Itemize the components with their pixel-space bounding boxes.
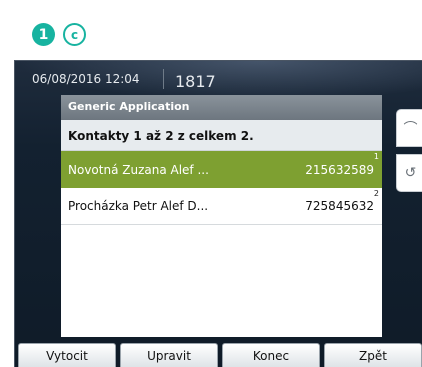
redial-button[interactable]: ↺	[396, 154, 422, 192]
redial-icon: ↺	[404, 165, 417, 181]
status-separator	[163, 69, 164, 89]
phone-handset-icon: ⌒	[403, 121, 418, 137]
contact-row[interactable]: Procházka Petr Alef D... 725845632 2	[61, 188, 382, 225]
callout-badge-c: c	[63, 23, 86, 46]
edit-softkey[interactable]: Upravit	[120, 343, 218, 367]
line-extension: 1817	[175, 72, 216, 91]
contact-number: 725845632	[305, 199, 374, 213]
row-index: 1	[373, 152, 379, 161]
date-time: 06/08/2016 12:04	[32, 72, 140, 86]
contact-number: 215632589	[305, 162, 374, 177]
contact-row-selected[interactable]: Novotná Zuzana Alef ... 215632589 1	[61, 151, 382, 193]
row-index: 2	[373, 189, 379, 198]
exit-softkey[interactable]: Konec	[222, 343, 320, 367]
callout-badge-1: 1	[32, 23, 55, 46]
contact-count-header: Kontakty 1 až 2 z celkem 2.	[61, 120, 382, 151]
status-bar: 06/08/2016 12:04 1817	[15, 61, 422, 95]
back-softkey[interactable]: Zpět	[324, 343, 422, 367]
phone-screen: 06/08/2016 12:04 1817 Generic Applicatio…	[14, 60, 422, 367]
app-title: Generic Application	[61, 95, 382, 120]
contact-name: Procházka Petr Alef D...	[68, 199, 209, 213]
phone-handset-button[interactable]: ⌒	[396, 109, 422, 147]
dial-softkey[interactable]: Vytocit	[18, 343, 116, 367]
contact-name: Novotná Zuzana Alef ...	[68, 162, 209, 177]
application-window: Generic Application Kontakty 1 až 2 z ce…	[61, 95, 382, 337]
softkey-bar: Vytocit Upravit Konec Zpět	[15, 343, 422, 367]
